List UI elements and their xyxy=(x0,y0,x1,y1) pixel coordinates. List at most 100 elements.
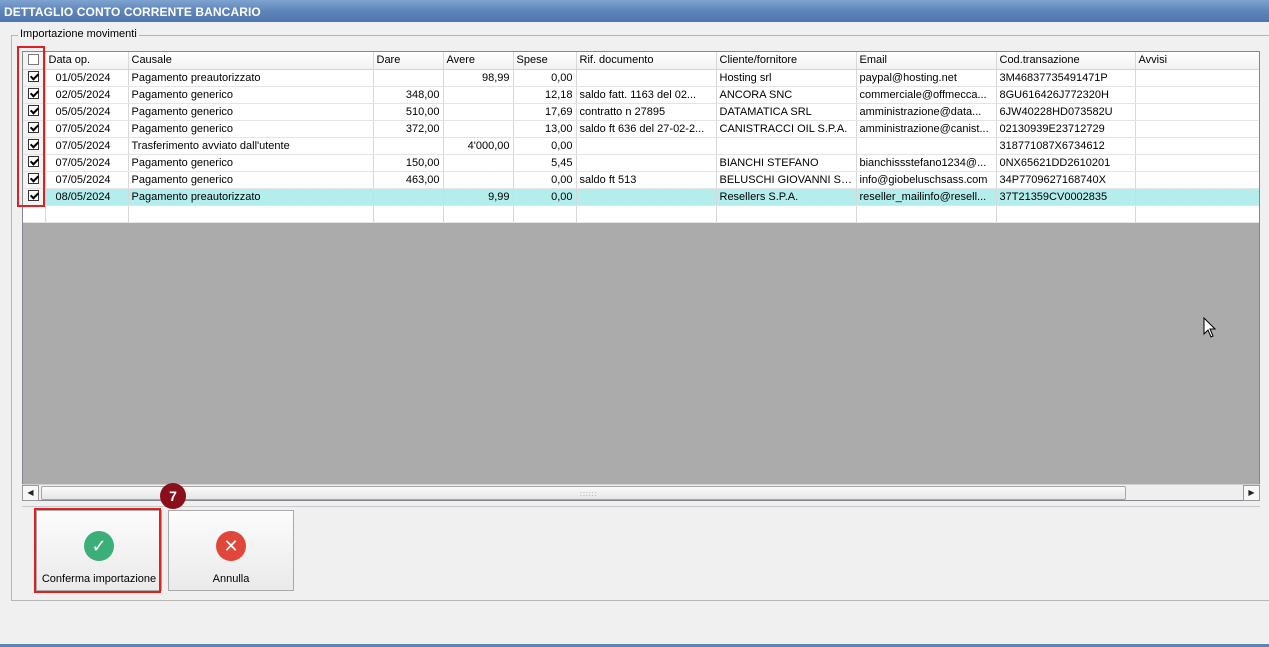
cell-data-op[interactable]: 07/05/2024 xyxy=(45,171,129,189)
cell-rif-documento[interactable]: saldo ft 636 del 27-02-2... xyxy=(576,120,717,138)
table-row[interactable]: 05/05/2024 Pagamento generico 510,00 17,69 c… xyxy=(23,103,1259,121)
cell-data-op[interactable]: 08/05/2024 xyxy=(45,188,129,206)
scroll-right-icon[interactable]: ▶ xyxy=(1243,485,1260,501)
cell-avere[interactable]: 4'000,00 xyxy=(443,137,514,155)
col-header-dare[interactable]: Dare xyxy=(373,52,444,70)
cell-causale[interactable]: Pagamento generico xyxy=(128,171,374,189)
cell-rif-documento[interactable] xyxy=(576,69,717,87)
movements-grid[interactable]: Data op. Causale Dare Avere Spese Rif. d… xyxy=(22,51,1260,501)
cell-avvisi[interactable] xyxy=(1135,154,1259,172)
cell-cod-transazione[interactable]: 318771087X6734612 xyxy=(996,137,1136,155)
cell-avere[interactable] xyxy=(443,86,514,104)
cell-rif-documento[interactable] xyxy=(576,154,717,172)
cell-avvisi[interactable] xyxy=(1135,120,1259,138)
cell-email[interactable]: bianchissstefano1234@... xyxy=(856,154,997,172)
cell-causale[interactable]: Pagamento preautorizzato xyxy=(128,188,374,206)
row-checkbox[interactable] xyxy=(23,154,46,172)
cell-data-op[interactable]: 01/05/2024 xyxy=(45,69,129,87)
cell-rif-documento[interactable] xyxy=(576,137,717,155)
cell-spese[interactable]: 0,00 xyxy=(513,69,577,87)
cell-dare[interactable]: 150,00 xyxy=(373,154,444,172)
cell-email[interactable]: amministrazione@data... xyxy=(856,103,997,121)
row-checkbox[interactable] xyxy=(23,103,46,121)
col-header-data-op[interactable]: Data op. xyxy=(45,52,129,70)
row-checkbox[interactable] xyxy=(23,69,46,87)
cell-email[interactable]: reseller_mailinfo@resell... xyxy=(856,188,997,206)
cell-cliente-fornitore[interactable] xyxy=(716,137,857,155)
cell-avvisi[interactable] xyxy=(1135,103,1259,121)
table-row[interactable]: 07/05/2024 Pagamento generico 372,00 13,00 s… xyxy=(23,120,1259,138)
cell-rif-documento[interactable]: saldo fatt. 1163 del 02... xyxy=(576,86,717,104)
cell-cod-transazione[interactable]: 0NX65621DD2610201 xyxy=(996,154,1136,172)
scroll-thumb[interactable]: :::::: xyxy=(41,486,1126,500)
cell-data-op[interactable]: 07/05/2024 xyxy=(45,137,129,155)
col-header-causale[interactable]: Causale xyxy=(128,52,374,70)
cell-cod-transazione[interactable]: 34P7709627168740X xyxy=(996,171,1136,189)
cell-dare[interactable] xyxy=(373,69,444,87)
col-header-cod-transazione[interactable]: Cod.transazione xyxy=(996,52,1136,70)
select-all-checkbox[interactable] xyxy=(23,52,46,70)
table-row[interactable]: 08/05/2024 Pagamento preautorizzato 9,99 0,… xyxy=(23,188,1259,206)
cell-spese[interactable]: 0,00 xyxy=(513,171,577,189)
cell-avvisi[interactable] xyxy=(1135,69,1259,87)
cell-causale[interactable]: Trasferimento avviato dall'utente xyxy=(128,137,374,155)
cell-spese[interactable]: 5,45 xyxy=(513,154,577,172)
table-row[interactable]: 01/05/2024 Pagamento preautorizzato 98,99 0… xyxy=(23,69,1259,87)
cancel-button[interactable]: ✕ Annulla xyxy=(168,510,294,591)
cell-cod-transazione[interactable]: 02130939E23712729 xyxy=(996,120,1136,138)
cell-spese[interactable]: 12,18 xyxy=(513,86,577,104)
cell-cod-transazione[interactable]: 6JW40228HD073582U xyxy=(996,103,1136,121)
cell-spese[interactable]: 13,00 xyxy=(513,120,577,138)
table-row[interactable]: 07/05/2024 Trasferimento avviato dall'ute… xyxy=(23,137,1259,155)
cell-cliente-fornitore[interactable]: Hosting srl xyxy=(716,69,857,87)
cell-cliente-fornitore[interactable]: BIANCHI STEFANO xyxy=(716,154,857,172)
cell-spese[interactable]: 0,00 xyxy=(513,137,577,155)
horizontal-scrollbar[interactable]: ◀ :::::: ▶ xyxy=(22,484,1260,501)
cell-cliente-fornitore[interactable]: BELUSCHI GIOVANNI SAS xyxy=(716,171,857,189)
cell-dare[interactable]: 463,00 xyxy=(373,171,444,189)
cell-causale[interactable]: Pagamento preautorizzato xyxy=(128,69,374,87)
cell-avere[interactable] xyxy=(443,154,514,172)
cell-causale[interactable]: Pagamento generico xyxy=(128,103,374,121)
row-checkbox[interactable] xyxy=(23,137,46,155)
row-checkbox[interactable] xyxy=(23,86,46,104)
row-checkbox[interactable] xyxy=(23,171,46,189)
cell-cliente-fornitore[interactable]: DATAMATICA SRL xyxy=(716,103,857,121)
cell-dare[interactable] xyxy=(373,188,444,206)
cell-avvisi[interactable] xyxy=(1135,137,1259,155)
col-header-spese[interactable]: Spese xyxy=(513,52,577,70)
cell-avvisi[interactable] xyxy=(1135,188,1259,206)
confirm-import-button[interactable]: ✓ Conferma importazione xyxy=(36,510,162,591)
row-checkbox[interactable] xyxy=(23,188,46,206)
cell-rif-documento[interactable]: saldo ft 513 xyxy=(576,171,717,189)
table-row[interactable]: 02/05/2024 Pagamento generico 348,00 12,18 s… xyxy=(23,86,1259,104)
cell-causale[interactable]: Pagamento generico xyxy=(128,154,374,172)
cell-cliente-fornitore[interactable]: CANISTRACCI OIL S.P.A. xyxy=(716,120,857,138)
table-row[interactable]: 07/05/2024 Pagamento generico 463,00 0,00 sa… xyxy=(23,171,1259,189)
cell-data-op[interactable]: 07/05/2024 xyxy=(45,120,129,138)
cell-rif-documento[interactable]: contratto n 27895 xyxy=(576,103,717,121)
col-header-rif-documento[interactable]: Rif. documento xyxy=(576,52,717,70)
cell-avere[interactable] xyxy=(443,171,514,189)
cell-avvisi[interactable] xyxy=(1135,171,1259,189)
cell-cod-transazione[interactable]: 8GU616426J772320H xyxy=(996,86,1136,104)
col-header-avvisi[interactable]: Avvisi xyxy=(1135,52,1259,70)
cell-causale[interactable]: Pagamento generico xyxy=(128,86,374,104)
col-header-avere[interactable]: Avere xyxy=(443,52,514,70)
cell-cod-transazione[interactable]: 3M46837735491471P xyxy=(996,69,1136,87)
col-header-email[interactable]: Email xyxy=(856,52,997,70)
cell-cliente-fornitore[interactable]: Resellers S.P.A. xyxy=(716,188,857,206)
cell-cod-transazione[interactable]: 37T21359CV0002835 xyxy=(996,188,1136,206)
cell-dare[interactable]: 510,00 xyxy=(373,103,444,121)
table-row[interactable]: 07/05/2024 Pagamento generico 150,00 5,45 BI… xyxy=(23,154,1259,172)
cell-dare[interactable]: 348,00 xyxy=(373,86,444,104)
cell-email[interactable] xyxy=(856,137,997,155)
cell-causale[interactable]: Pagamento generico xyxy=(128,120,374,138)
cell-dare[interactable]: 372,00 xyxy=(373,120,444,138)
cell-rif-documento[interactable] xyxy=(576,188,717,206)
cell-email[interactable]: amministrazione@canist... xyxy=(856,120,997,138)
cell-avere[interactable]: 98,99 xyxy=(443,69,514,87)
cell-avere[interactable] xyxy=(443,120,514,138)
cell-data-op[interactable]: 02/05/2024 xyxy=(45,86,129,104)
cell-email[interactable]: commerciale@offmecca... xyxy=(856,86,997,104)
